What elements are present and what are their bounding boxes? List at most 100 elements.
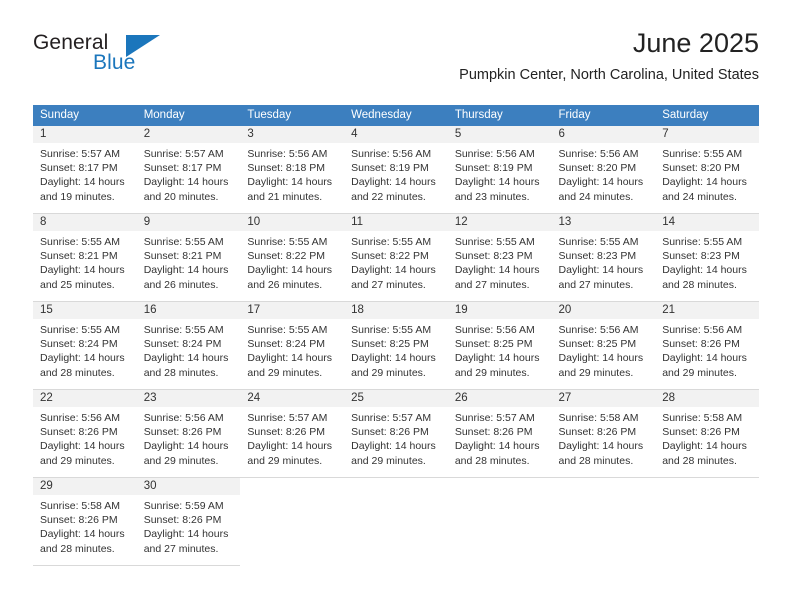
daylight-text: Daylight: 14 hours and 28 minutes. (454, 440, 540, 467)
sunrise-text: Sunrise: 5:55 AM (454, 236, 535, 248)
calendar-day-cell[interactable]: 2 Sunrise: 5:57 AM Sunset: 8:17 PM Daylight… (136, 126, 241, 214)
day-sun-info: Sunrise: 5:56 AM Sunset: 8:25 PM Daylight:… (448, 319, 552, 380)
sunrise-text: Sunrise: 5:55 AM (247, 324, 328, 336)
sunrise-text: Sunrise: 5:56 AM (143, 412, 224, 424)
sunset-text: Sunset: 8:25 PM (351, 338, 429, 351)
calendar-day-cell[interactable]: 13 Sunrise: 5:55 AM Sunset: 8:23 PM Dayligh… (551, 214, 656, 302)
calendar-day-cell[interactable]: 14 Sunrise: 5:55 AM Sunset: 8:23 PM Dayligh… (655, 214, 759, 302)
daylight-text: Daylight: 14 hours and 22 minutes. (351, 176, 436, 203)
calendar-day-cell[interactable]: 17 Sunrise: 5:55 AM Sunset: 8:24 PM Dayligh… (240, 302, 345, 390)
weekday-header-thursday: Thursday (447, 105, 552, 126)
calendar-day-cell[interactable]: 26 Sunrise: 5:57 AM Sunset: 8:26 PM Dayligh… (447, 390, 552, 478)
calendar-day-cell[interactable]: 6 Sunrise: 5:56 AM Sunset: 8:20 PM Daylight… (551, 126, 656, 214)
sunset-text: Sunset: 8:26 PM (143, 514, 222, 527)
daylight-text: Daylight: 14 hours and 20 minutes. (143, 176, 229, 203)
daylight-text: Daylight: 14 hours and 29 minutes. (662, 352, 747, 379)
day-number: 22 (33, 390, 137, 407)
day-number: 6 (551, 126, 656, 143)
calendar-day-cell[interactable]: 10 Sunrise: 5:55 AM Sunset: 8:22 PM Dayligh… (240, 214, 345, 302)
sunset-text: Sunset: 8:24 PM (247, 338, 326, 351)
calendar-day-cell[interactable]: 16 Sunrise: 5:55 AM Sunset: 8:24 PM Dayligh… (136, 302, 241, 390)
sunset-text: Sunset: 8:19 PM (454, 162, 533, 175)
calendar-day-cell[interactable]: 15 Sunrise: 5:55 AM Sunset: 8:24 PM Dayligh… (33, 302, 137, 390)
calendar-day-cell[interactable]: 11 Sunrise: 5:55 AM Sunset: 8:22 PM Dayligh… (344, 214, 448, 302)
day-sun-info: Sunrise: 5:56 AM Sunset: 8:25 PM Daylight:… (552, 319, 656, 380)
daylight-text: Daylight: 14 hours and 28 minutes. (40, 528, 125, 555)
calendar-day-cell[interactable]: 19 Sunrise: 5:56 AM Sunset: 8:25 PM Dayligh… (447, 302, 552, 390)
sunset-text: Sunset: 8:24 PM (143, 338, 222, 351)
day-sun-info: Sunrise: 5:55 AM Sunset: 8:25 PM Daylight:… (344, 319, 448, 380)
calendar-day-cell[interactable]: 27 Sunrise: 5:58 AM Sunset: 8:26 PM Dayligh… (551, 390, 656, 478)
calendar-day-cell[interactable]: 5 Sunrise: 5:56 AM Sunset: 8:19 PM Daylight… (447, 126, 552, 214)
weekday-header-friday: Friday (551, 105, 656, 126)
day-number: 21 (655, 302, 759, 319)
day-sun-info: Sunrise: 5:55 AM Sunset: 8:23 PM Daylight:… (552, 231, 656, 292)
calendar-day-cell[interactable]: 21 Sunrise: 5:56 AM Sunset: 8:26 PM Dayligh… (655, 302, 759, 390)
day-number: 9 (136, 214, 241, 231)
calendar-day-cell[interactable]: 20 Sunrise: 5:56 AM Sunset: 8:25 PM Dayligh… (551, 302, 656, 390)
calendar-day-cell[interactable]: 12 Sunrise: 5:55 AM Sunset: 8:23 PM Dayligh… (447, 214, 552, 302)
calendar-day-cell[interactable]: 18 Sunrise: 5:55 AM Sunset: 8:25 PM Dayligh… (344, 302, 448, 390)
day-number: 20 (551, 302, 656, 319)
day-sun-info: Sunrise: 5:56 AM Sunset: 8:26 PM Daylight:… (655, 319, 759, 380)
day-number: 5 (447, 126, 552, 143)
calendar-day-cell[interactable]: 30 Sunrise: 5:59 AM Sunset: 8:26 PM Dayligh… (136, 478, 241, 566)
sunrise-text: Sunrise: 5:58 AM (558, 412, 639, 424)
day-sun-info: Sunrise: 5:56 AM Sunset: 8:26 PM Daylight:… (33, 407, 137, 468)
calendar-day-cell-empty (447, 478, 552, 566)
day-sun-info: Sunrise: 5:55 AM Sunset: 8:24 PM Daylight:… (240, 319, 344, 380)
sunrise-text: Sunrise: 5:56 AM (247, 148, 328, 160)
sunset-text: Sunset: 8:26 PM (247, 426, 326, 439)
sunrise-text: Sunrise: 5:57 AM (351, 412, 432, 424)
daylight-text: Daylight: 14 hours and 28 minutes. (143, 352, 229, 379)
daylight-text: Daylight: 14 hours and 28 minutes. (662, 440, 747, 467)
daylight-text: Daylight: 14 hours and 27 minutes. (351, 264, 436, 291)
day-sun-info: Sunrise: 5:57 AM Sunset: 8:17 PM Daylight:… (33, 143, 137, 204)
day-number: 28 (655, 390, 759, 407)
calendar-day-cell-empty (344, 478, 448, 566)
daylight-text: Daylight: 14 hours and 25 minutes. (40, 264, 125, 291)
sunrise-text: Sunrise: 5:59 AM (143, 500, 224, 512)
day-number: 23 (136, 390, 241, 407)
sunset-text: Sunset: 8:19 PM (351, 162, 429, 175)
general-blue-logo[interactable]: General Blue (33, 31, 203, 83)
calendar-week-row: 22 Sunrise: 5:56 AM Sunset: 8:26 PM Dayligh… (33, 390, 759, 478)
sunrise-text: Sunrise: 5:55 AM (247, 236, 328, 248)
sunrise-text: Sunrise: 5:55 AM (558, 236, 639, 248)
daylight-text: Daylight: 14 hours and 19 minutes. (40, 176, 125, 203)
daylight-text: Daylight: 14 hours and 26 minutes. (247, 264, 333, 291)
page-title: June 2025 (632, 28, 759, 58)
day-sun-info: Sunrise: 5:59 AM Sunset: 8:26 PM Daylight:… (137, 495, 241, 556)
title-block: June 2025 Pumpkin Center, North Carolina… (459, 26, 759, 86)
sunset-text: Sunset: 8:25 PM (558, 338, 637, 351)
day-number: 4 (344, 126, 448, 143)
calendar-day-cell[interactable]: 7 Sunrise: 5:55 AM Sunset: 8:20 PM Daylight… (655, 126, 759, 214)
calendar-day-cell[interactable]: 25 Sunrise: 5:57 AM Sunset: 8:26 PM Dayligh… (344, 390, 448, 478)
calendar-day-cell[interactable]: 4 Sunrise: 5:56 AM Sunset: 8:19 PM Daylight… (344, 126, 448, 214)
day-number: 3 (240, 126, 345, 143)
day-number: 27 (551, 390, 656, 407)
sunrise-text: Sunrise: 5:56 AM (558, 148, 639, 160)
calendar-day-cell[interactable]: 1 Sunrise: 5:57 AM Sunset: 8:17 PM Daylight… (33, 126, 137, 214)
calendar-day-cell[interactable]: 24 Sunrise: 5:57 AM Sunset: 8:26 PM Dayligh… (240, 390, 345, 478)
daylight-text: Daylight: 14 hours and 29 minutes. (247, 440, 333, 467)
day-number: 16 (136, 302, 241, 319)
logo-text-blue: Blue (93, 51, 136, 74)
daylight-text: Daylight: 14 hours and 27 minutes. (454, 264, 540, 291)
calendar-day-cell[interactable]: 22 Sunrise: 5:56 AM Sunset: 8:26 PM Dayligh… (33, 390, 137, 478)
sunrise-text: Sunrise: 5:58 AM (662, 412, 743, 424)
day-sun-info: Sunrise: 5:58 AM Sunset: 8:26 PM Daylight:… (655, 407, 759, 468)
calendar-day-cell[interactable]: 28 Sunrise: 5:58 AM Sunset: 8:26 PM Dayligh… (655, 390, 759, 478)
calendar-day-cell[interactable]: 8 Sunrise: 5:55 AM Sunset: 8:21 PM Daylight… (33, 214, 137, 302)
sunset-text: Sunset: 8:20 PM (558, 162, 637, 175)
calendar-day-cell[interactable]: 9 Sunrise: 5:55 AM Sunset: 8:21 PM Daylight… (136, 214, 241, 302)
day-sun-info: Sunrise: 5:56 AM Sunset: 8:18 PM Daylight:… (240, 143, 344, 204)
day-sun-info: Sunrise: 5:55 AM Sunset: 8:23 PM Daylight:… (448, 231, 552, 292)
sunrise-text: Sunrise: 5:56 AM (40, 412, 120, 424)
calendar-day-cell[interactable]: 3 Sunrise: 5:56 AM Sunset: 8:18 PM Daylight… (240, 126, 345, 214)
calendar-day-cell-empty (655, 478, 759, 566)
day-number: 18 (344, 302, 448, 319)
daylight-text: Daylight: 14 hours and 24 minutes. (558, 176, 644, 203)
calendar-day-cell[interactable]: 29 Sunrise: 5:58 AM Sunset: 8:26 PM Dayligh… (33, 478, 137, 566)
calendar-day-cell[interactable]: 23 Sunrise: 5:56 AM Sunset: 8:26 PM Dayligh… (136, 390, 241, 478)
